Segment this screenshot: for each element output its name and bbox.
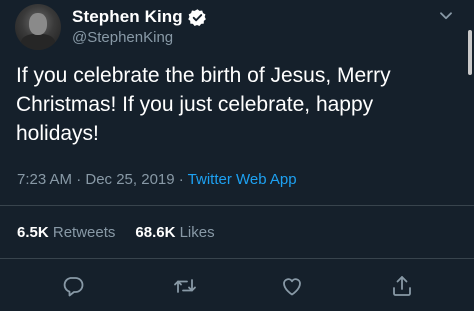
tweet-detail: Stephen King @StephenKing If you celebra… — [0, 0, 474, 311]
scrollbar[interactable] — [468, 30, 472, 75]
retweet-icon[interactable] — [173, 274, 197, 298]
author-name-row: Stephen King — [72, 7, 207, 27]
heart-icon[interactable] — [280, 274, 304, 298]
tweet-source-link[interactable]: Twitter Web App — [188, 171, 297, 188]
share-icon[interactable] — [390, 274, 414, 298]
tweet-timestamp[interactable]: 7:23 AM · Dec 25, 2019 — [17, 171, 175, 188]
author-display-name[interactable]: Stephen King — [72, 7, 183, 27]
verified-badge-icon — [188, 8, 207, 27]
tweet-stats: 6.5K Retweets 68.6K Likes — [17, 224, 215, 241]
likes-count: 68.6K — [135, 224, 176, 241]
avatar-shirt — [21, 34, 55, 50]
meta-separator: · — [174, 171, 188, 188]
chevron-down-icon[interactable] — [440, 12, 452, 20]
likes-stat[interactable]: 68.6K Likes — [135, 224, 214, 241]
retweets-stat[interactable]: 6.5K Retweets — [17, 224, 115, 241]
retweets-count: 6.5K — [17, 224, 49, 241]
author-handle[interactable]: @StephenKing — [72, 29, 173, 46]
tweet-text: If you celebrate the birth of Jesus, Mer… — [16, 64, 391, 145]
likes-label: Likes — [179, 224, 215, 241]
tweet-meta: 7:23 AM · Dec 25, 2019 · Twitter Web App — [17, 171, 297, 188]
avatar-face — [29, 13, 47, 35]
avatar[interactable] — [15, 4, 61, 50]
reply-icon[interactable] — [61, 274, 85, 298]
divider — [0, 205, 474, 206]
retweets-label: Retweets — [52, 224, 116, 241]
divider — [0, 258, 474, 259]
